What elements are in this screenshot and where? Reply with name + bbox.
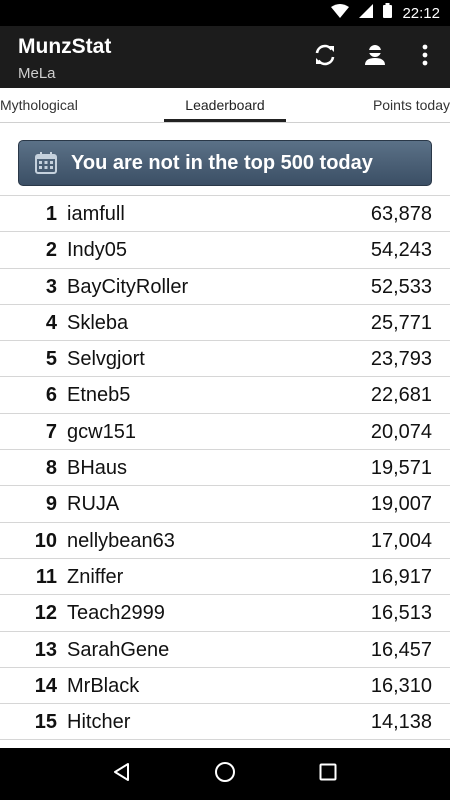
player-name: iamfull [67, 203, 125, 225]
rank-number: 8 [45, 457, 57, 480]
leaderboard-row[interactable]: 7 gcw151 20,074 [0, 414, 450, 451]
player-points: 19,007 [370, 493, 432, 516]
player-name: Teach2999 [67, 602, 165, 625]
leaderboard-row[interactable]: 5 Selvgjort 23,793 [0, 341, 450, 378]
back-icon [112, 762, 132, 787]
overflow-menu-button[interactable] [400, 26, 450, 88]
rank-number: 9 [45, 493, 57, 516]
status-icons: 22:12 [331, 0, 440, 26]
player-points: 25,771 [370, 311, 432, 334]
player-points: 23,793 [370, 348, 432, 371]
rank-number: 3 [45, 275, 57, 298]
player-points: 16,310 [370, 674, 432, 697]
player-points: 22,681 [370, 384, 432, 407]
recents-icon [319, 763, 337, 786]
rank-number: 14 [34, 674, 57, 697]
app-actions [300, 26, 450, 88]
tab-points-today[interactable]: Points today [373, 88, 450, 123]
player-points: 14,138 [370, 711, 432, 734]
home-button[interactable] [205, 754, 245, 794]
player-name: BayCityRoller [67, 275, 189, 298]
rank-number: 15 [34, 711, 57, 734]
tab-mythological[interactable]: Mythological [0, 88, 78, 123]
player-points: 52,533 [370, 275, 432, 298]
signal-icon [359, 3, 374, 23]
rank-number: 2 [45, 239, 57, 262]
leaderboard-row[interactable]: 6 Etneb5 22,681 [0, 377, 450, 414]
wifi-icon [331, 3, 350, 23]
home-icon [214, 761, 236, 788]
player-name: Skleba [67, 311, 129, 334]
player-name: nellybean63 [67, 529, 175, 552]
player-name: gcw151 [67, 420, 136, 443]
leaderboard-row[interactable]: 14 MrBlack 16,310 [0, 668, 450, 705]
leaderboard-row[interactable]: 15 Hitcher 14,138 [0, 704, 450, 741]
player-name: RUJA [67, 493, 120, 516]
tab-leaderboard[interactable]: Leaderboard [164, 88, 286, 123]
refresh-icon [312, 42, 338, 73]
leaderboard-row[interactable]: 13 SarahGene 16,457 [0, 632, 450, 668]
rank-number: 11 [35, 565, 57, 588]
leaderboard-row[interactable]: 4 Skleba 25,771 [0, 305, 450, 342]
rank-number: 12 [34, 602, 57, 625]
player-points: 54,243 [370, 239, 432, 262]
player-name: SarahGene [67, 638, 170, 661]
back-button[interactable] [102, 754, 142, 794]
leaderboard-row[interactable]: 8 BHaus 19,571 [0, 450, 450, 487]
rank-number: 6 [45, 384, 57, 407]
leaderboard-row[interactable]: 3 BayCityRoller 52,533 [0, 269, 450, 305]
content: Mythological Leaderboard Points today Yo… [0, 88, 450, 748]
player-name: MrBlack [67, 674, 140, 697]
player-name: Zniffer [67, 565, 124, 588]
rank-number: 13 [34, 638, 57, 661]
player-points: 19,571 [370, 457, 432, 480]
player-name: Etneb5 [67, 384, 131, 407]
rank-number: 5 [45, 348, 57, 371]
leaderboard-row[interactable]: 9 RUJA 19,007 [0, 486, 450, 523]
app-title: MunzStat [18, 35, 112, 58]
status-bar: 22:12 [0, 0, 450, 26]
app-subtitle: MeLa [18, 65, 56, 82]
more-vert-icon [422, 44, 428, 71]
rank-number: 4 [45, 311, 57, 334]
player-points: 17,004 [370, 529, 432, 552]
system-nav-bar [0, 748, 450, 800]
leaderboard-row[interactable]: 2 Indy05 54,243 [0, 232, 450, 269]
banner-text: You are not in the top 500 today [71, 151, 373, 174]
leaderboard-row[interactable]: 1 iamfull 63,878 [0, 196, 450, 233]
player-points: 16,457 [370, 638, 432, 661]
account-button[interactable] [350, 26, 400, 88]
app-bar: MunzStat MeLa [0, 26, 450, 88]
tab-indicator [164, 119, 286, 122]
recents-button[interactable] [308, 754, 348, 794]
player-points: 16,917 [370, 565, 432, 588]
battery-icon [383, 3, 393, 23]
player-points: 63,878 [370, 203, 432, 225]
player-points: 16,513 [370, 602, 432, 625]
rank-status-banner[interactable]: You are not in the top 500 today [18, 140, 432, 186]
leaderboard-list: 1 iamfull 63,878 2 Indy05 54,243 3 BayCi… [0, 195, 450, 741]
player-name: BHaus [67, 457, 128, 480]
rank-number: 1 [45, 203, 57, 225]
account-icon [363, 43, 387, 72]
player-points: 20,074 [370, 420, 432, 443]
player-name: Selvgjort [67, 348, 145, 371]
leaderboard-row[interactable]: 11 Zniffer 16,917 [0, 559, 450, 596]
player-name: Indy05 [67, 239, 128, 262]
leaderboard-row[interactable]: 12 Teach2999 16,513 [0, 595, 450, 632]
calendar-icon [35, 152, 57, 174]
status-time: 22:12 [402, 4, 440, 22]
leaderboard-row[interactable]: 10 nellybean63 17,004 [0, 523, 450, 559]
refresh-button[interactable] [300, 26, 350, 88]
rank-number: 7 [45, 420, 57, 443]
player-name: Hitcher [67, 711, 131, 734]
rank-number: 10 [34, 529, 57, 552]
tab-strip: Mythological Leaderboard Points today [0, 88, 450, 123]
